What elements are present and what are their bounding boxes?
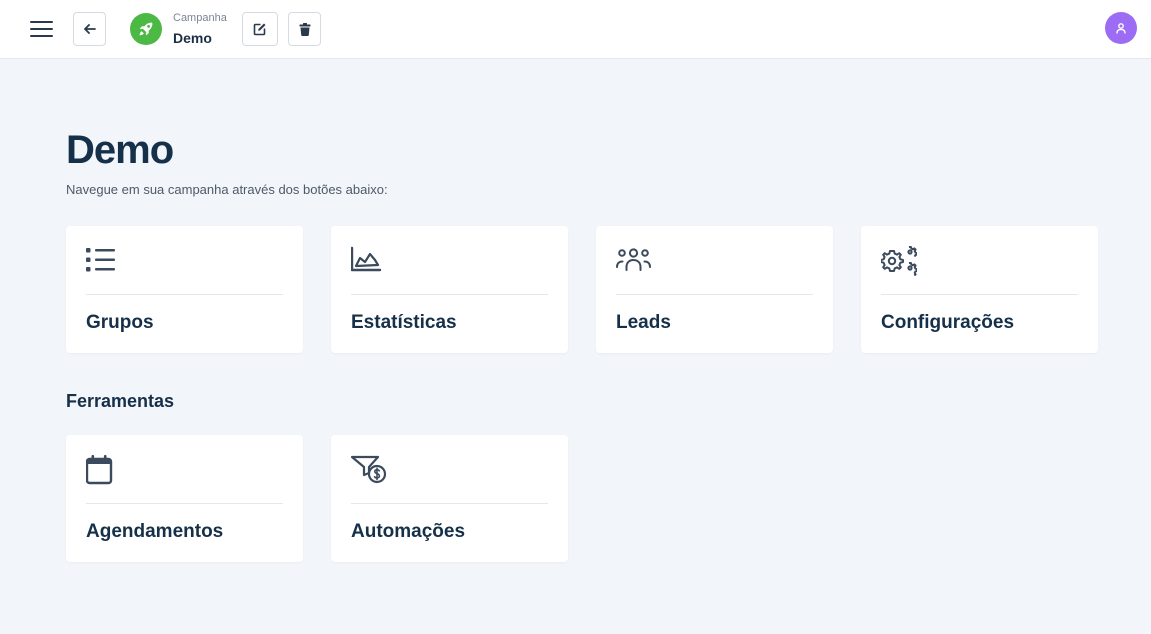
page-title: Demo (66, 128, 174, 172)
card-estatisticas[interactable]: Estatísticas (331, 226, 568, 353)
card-label: Agendamentos (86, 521, 224, 542)
campaign-name: Demo (173, 30, 212, 46)
top-bar: Campanha Demo (0, 0, 1151, 59)
hamburger-menu-icon[interactable] (30, 18, 54, 40)
user-avatar[interactable] (1105, 12, 1137, 44)
campaign-logo (130, 13, 162, 45)
card-configuracoes[interactable]: Configurações (861, 226, 1098, 353)
gears-icon (881, 246, 917, 276)
campaign-kicker: Campanha (173, 12, 227, 24)
edit-icon (253, 23, 266, 36)
card-automacoes[interactable]: Automações (331, 435, 568, 562)
page-subtitle: Navegue em sua campanha através dos botõ… (66, 182, 388, 197)
arrow-left-icon (83, 24, 96, 34)
area-chart-icon (351, 246, 382, 272)
card-divider (86, 503, 283, 504)
list-icon (86, 248, 115, 272)
card-agendamentos[interactable]: Agendamentos (66, 435, 303, 562)
funnel-dollar-icon (351, 455, 387, 484)
card-leads[interactable]: Leads (596, 226, 833, 353)
campaign-meta: Campanha Demo (173, 11, 227, 48)
card-label: Estatísticas (351, 312, 457, 333)
back-button[interactable] (73, 12, 106, 46)
card-divider (86, 294, 283, 295)
delete-campaign-button[interactable] (288, 12, 321, 46)
card-label: Grupos (86, 312, 154, 333)
rocket-icon (139, 22, 153, 36)
user-icon (1116, 23, 1126, 34)
card-divider (351, 294, 548, 295)
edit-campaign-button[interactable] (242, 12, 278, 46)
card-grupos[interactable]: Grupos (66, 226, 303, 353)
card-label: Leads (616, 312, 671, 333)
card-divider (351, 503, 548, 504)
card-label: Configurações (881, 312, 1015, 333)
calendar-icon (86, 455, 113, 485)
card-label: Automações (351, 521, 466, 542)
users-icon (616, 248, 651, 271)
tools-section-title: Ferramentas (66, 391, 175, 411)
trash-icon (299, 22, 310, 36)
card-divider (616, 294, 813, 295)
card-divider (881, 294, 1078, 295)
